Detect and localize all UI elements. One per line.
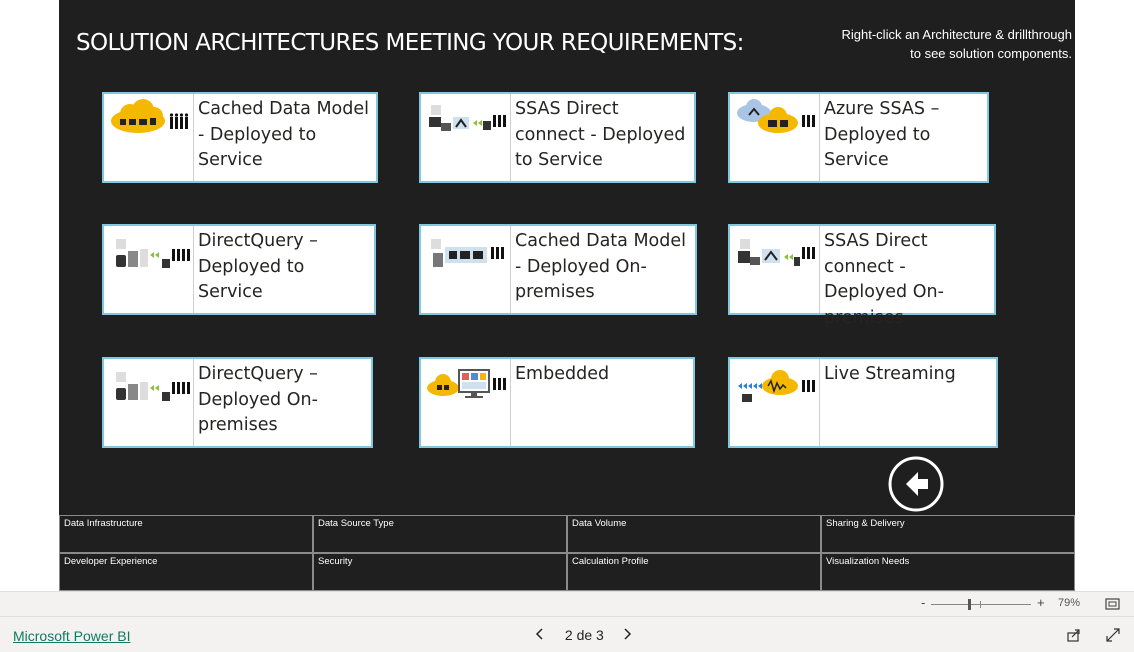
filter-developer-experience[interactable]: Developer Experience	[59, 553, 313, 591]
directquery-onprem-icon	[104, 359, 194, 446]
card-label: Cached Data Model - Deployed On-premises	[515, 231, 686, 302]
next-page-icon[interactable]	[622, 627, 632, 643]
zoom-in-button[interactable]: +	[1037, 595, 1045, 610]
fullscreen-icon[interactable]	[1106, 628, 1120, 642]
back-arrow-icon[interactable]	[888, 456, 944, 512]
architecture-card-cached-service[interactable]: Cached Data Model - Deployed to Service	[102, 92, 378, 183]
zoom-level: 79%	[1058, 597, 1081, 609]
filter-calculation-profile[interactable]: Calculation Profile	[567, 553, 821, 591]
filter-data-volume[interactable]: Data Volume	[567, 515, 821, 553]
embedded-icon	[421, 359, 511, 446]
share-icon[interactable]	[1067, 628, 1081, 642]
footer-bar: Microsoft Power BI 2 de 3	[0, 616, 1134, 652]
ssas-gateway-icon	[421, 94, 511, 181]
architecture-card-ssas-service[interactable]: SSAS Direct connect - Deployed to Servic…	[419, 92, 696, 183]
zoom-slider-track[interactable]	[931, 604, 1031, 605]
architecture-card-ssas-onprem[interactable]: SSAS Direct connect - Deployed On-premis…	[728, 224, 996, 328]
fit-to-page-icon[interactable]	[1105, 598, 1120, 610]
card-label: Cached Data Model - Deployed to Service	[198, 99, 369, 170]
architecture-card-directquery-service[interactable]: DirectQuery – Deployed to Service	[102, 224, 376, 315]
card-label: Azure SSAS – Deployed to Service	[824, 99, 940, 170]
zoom-bar: - + 79%	[0, 591, 1134, 616]
card-label: DirectQuery – Deployed to Service	[198, 231, 318, 302]
page-indicator: 2 de 3	[564, 627, 604, 644]
streaming-icon	[730, 359, 820, 446]
zoom-slider-center-tick	[980, 601, 981, 608]
report-canvas: SOLUTION ARCHITECTURES MEETING YOUR REQU…	[59, 0, 1075, 591]
filter-grid: Data Infrastructure Data Source Type Dat…	[59, 515, 1075, 591]
drillthrough-hint: Right-click an Architecture & drillthrou…	[842, 25, 1073, 63]
architecture-card-directquery-onprem[interactable]: DirectQuery – Deployed On-premises	[102, 357, 373, 448]
page-navigator: 2 de 3	[535, 626, 632, 643]
filter-data-source-type[interactable]: Data Source Type	[313, 515, 567, 553]
card-label: Embedded	[515, 364, 610, 384]
filter-visualization-needs[interactable]: Visualization Needs	[821, 553, 1075, 591]
page-title: SOLUTION ARCHITECTURES MEETING YOUR REQU…	[76, 30, 744, 56]
zoom-slider-thumb[interactable]	[968, 599, 971, 610]
filter-sharing-delivery[interactable]: Sharing & Delivery	[821, 515, 1075, 553]
previous-page-icon[interactable]	[535, 627, 545, 643]
filter-security[interactable]: Security	[313, 553, 567, 591]
directquery-icon	[104, 226, 194, 313]
card-label: DirectQuery – Deployed On-premises	[198, 364, 318, 435]
azure-cloud-icon	[730, 94, 820, 181]
card-label: Live Streaming	[824, 364, 956, 384]
architecture-card-live-streaming[interactable]: Live Streaming	[728, 357, 998, 448]
architecture-card-cached-onprem[interactable]: Cached Data Model - Deployed On-premises	[419, 224, 697, 315]
hint-line-2: to see solution components.	[910, 46, 1072, 61]
power-bi-link[interactable]: Microsoft Power BI	[13, 628, 130, 644]
zoom-out-button[interactable]: -	[921, 595, 925, 610]
card-label: SSAS Direct connect - Deployed to Servic…	[515, 99, 686, 170]
architecture-card-azure-ssas[interactable]: Azure SSAS – Deployed to Service	[728, 92, 989, 183]
card-label: SSAS Direct connect - Deployed On-premis…	[824, 231, 944, 328]
cloud-model-users-icon	[104, 94, 194, 181]
architecture-card-embedded[interactable]: Embedded	[419, 357, 695, 448]
filter-data-infrastructure[interactable]: Data Infrastructure	[59, 515, 313, 553]
hint-line-1: Right-click an Architecture & drillthrou…	[841, 27, 1073, 42]
onprem-model-icon	[421, 226, 511, 313]
ssas-onprem-icon	[730, 226, 820, 313]
